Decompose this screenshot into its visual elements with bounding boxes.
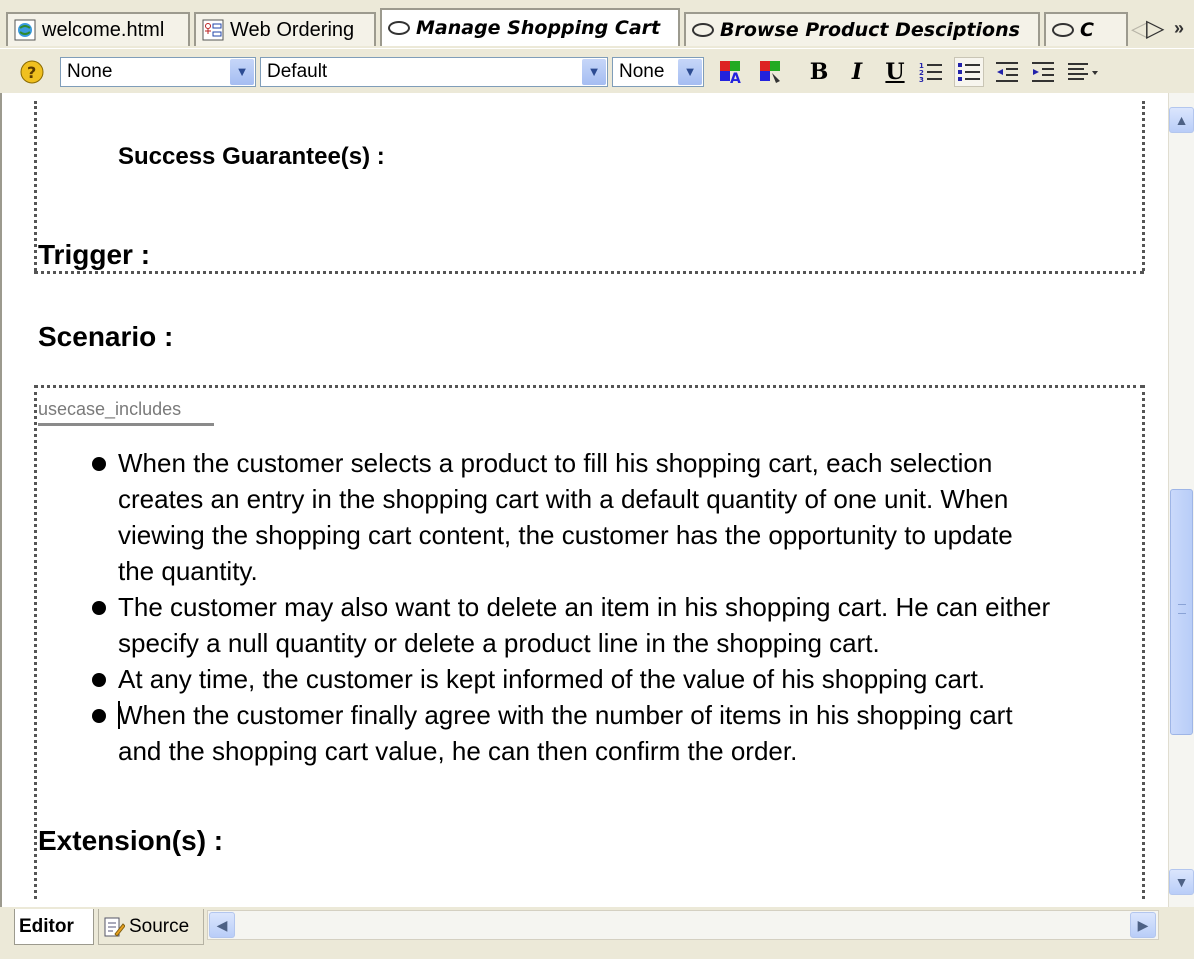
tab-label: Source: [129, 915, 190, 937]
scenario-text-line: The customer may also want to delete an …: [118, 592, 1051, 622]
tab-label: Editor: [19, 915, 74, 937]
tab-web-ordering[interactable]: Web Ordering: [194, 12, 376, 46]
scroll-thumb[interactable]: [1170, 489, 1193, 735]
bullet-icon: [92, 457, 106, 471]
font-value: Default: [267, 61, 328, 82]
underline-button[interactable]: U: [880, 57, 910, 87]
view-tab-bar: Editor Source ◀ ▶: [0, 907, 1194, 959]
highlight-color-icon[interactable]: [756, 57, 786, 87]
scroll-right-icon[interactable]: ▶: [1130, 912, 1156, 938]
success-guarantee-heading: Success Guarantee(s) :: [118, 143, 385, 170]
usecase-oval-icon: [1052, 23, 1074, 37]
usecase-oval-icon: [388, 21, 410, 35]
svg-text:A: A: [730, 71, 741, 85]
scroll-left-icon[interactable]: ◀: [209, 912, 235, 938]
extensions-heading: Extension(s) :: [38, 825, 224, 856]
scenario-text-line: When the customer finally agree with the…: [118, 700, 1013, 730]
tab-browse-product-descriptions[interactable]: Browse Product Desciptions: [684, 12, 1040, 46]
scenario-text-line: the quantity.: [118, 556, 258, 586]
svg-text:3: 3: [919, 76, 924, 84]
scroll-tabs-right-icon[interactable]: ▷: [1146, 14, 1168, 42]
section-border: [34, 271, 1144, 274]
bulleted-list-icon[interactable]: [954, 57, 984, 87]
text-color-icon[interactable]: A: [716, 57, 746, 87]
style-wizard-icon[interactable]: ?: [18, 58, 46, 86]
outdent-icon[interactable]: [992, 57, 1022, 87]
section-border: [34, 101, 37, 271]
html-page-icon: [14, 19, 36, 41]
font-size-select[interactable]: None ▼: [612, 57, 704, 87]
scenario-text-line: viewing the shopping cart content, the c…: [118, 520, 1013, 550]
tab-welcome-html[interactable]: welcome.html: [6, 12, 190, 46]
scenario-text-line: specify a null quantity or delete a prod…: [118, 628, 880, 658]
diagram-icon: [202, 19, 224, 41]
source-edit-icon: [103, 916, 126, 938]
indent-icon[interactable]: [1028, 57, 1058, 87]
numbered-list-icon[interactable]: 123: [916, 57, 946, 87]
tab-source[interactable]: Source: [98, 909, 204, 945]
italic-button[interactable]: I: [842, 57, 872, 87]
tab-label: Web Ordering: [230, 18, 355, 41]
usecase-includes-label: usecase_includes: [38, 399, 182, 419]
includes-box-border: [34, 385, 37, 899]
formatting-toolbar: ? None ▼ Default ▼ None ▼ A B I U 123: [0, 48, 1194, 94]
align-dropdown-icon[interactable]: [1064, 57, 1104, 87]
font-select[interactable]: Default ▼: [260, 57, 608, 87]
bullet-icon: [92, 673, 106, 687]
tab-editor[interactable]: Editor: [14, 909, 94, 945]
bold-button[interactable]: B: [804, 57, 834, 87]
paragraph-style-select[interactable]: None ▼: [60, 57, 256, 87]
section-border: [1142, 101, 1145, 271]
bullet-icon: [92, 601, 106, 615]
chevron-down-icon: ▼: [230, 59, 254, 85]
includes-box-border: [1142, 385, 1145, 899]
tab-label: C: [1080, 19, 1094, 41]
chevron-down-icon: ▼: [678, 59, 702, 85]
editor-content-area[interactable]: Success Guarantee(s) : Trigger : Scenari…: [0, 93, 1168, 907]
svg-text:?: ?: [27, 63, 36, 82]
includes-label-underline: [38, 423, 214, 426]
horizontal-scrollbar[interactable]: ◀ ▶: [207, 910, 1159, 940]
includes-box-border: [34, 385, 1144, 388]
scenario-text-line: When the customer selects a product to f…: [118, 448, 993, 478]
tab-label: Browse Product Desciptions: [720, 19, 1020, 41]
scenario-text-line: and the shopping cart value, he can then…: [118, 736, 798, 766]
tab-truncated[interactable]: C: [1044, 12, 1128, 46]
paragraph-style-value: None: [67, 61, 113, 82]
bullet-icon: [92, 709, 106, 723]
vertical-scrollbar[interactable]: ▲ ▼: [1168, 93, 1194, 907]
tab-list-overflow-icon[interactable]: »: [1174, 18, 1192, 44]
tab-label: Manage Shopping Cart: [416, 17, 661, 39]
scroll-down-icon[interactable]: ▼: [1169, 869, 1194, 895]
trigger-heading: Trigger :: [38, 239, 151, 270]
tab-manage-shopping-cart[interactable]: Manage Shopping Cart: [380, 8, 680, 46]
document-tab-strip: welcome.html Web Ordering Manage Shoppin…: [0, 0, 1194, 46]
scroll-up-icon[interactable]: ▲: [1169, 107, 1194, 133]
scenario-heading: Scenario :: [38, 321, 174, 352]
tab-label: welcome.html: [42, 18, 165, 41]
scenario-text-line: At any time, the customer is kept inform…: [118, 664, 986, 694]
chevron-down-icon: ▼: [582, 59, 606, 85]
font-size-value: None: [619, 61, 665, 82]
usecase-oval-icon: [692, 23, 714, 37]
scenario-text-line: creates an entry in the shopping cart wi…: [118, 484, 1009, 514]
